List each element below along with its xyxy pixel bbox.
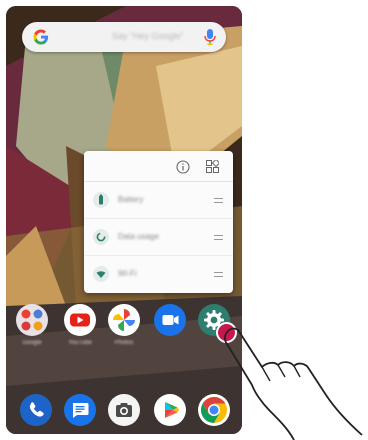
info-icon[interactable] xyxy=(176,160,190,174)
play-store-icon[interactable] xyxy=(154,394,186,426)
google-g-icon xyxy=(33,29,49,45)
drag-handle[interactable] xyxy=(214,272,223,277)
popup-header xyxy=(84,151,233,182)
duo-icon[interactable] xyxy=(154,304,186,336)
shortcut-label: Data usage xyxy=(118,232,159,241)
shortcut-data-usage[interactable]: Data usage xyxy=(84,219,233,256)
widgets-icon[interactable] xyxy=(206,160,219,173)
camera-icon[interactable] xyxy=(108,394,140,426)
messages-icon[interactable] xyxy=(64,394,96,426)
battery-icon xyxy=(93,192,109,208)
phone-icon[interactable] xyxy=(20,394,52,426)
app-label-youtube: YouTube xyxy=(68,340,92,346)
data-usage-icon xyxy=(93,229,109,245)
phone-screen: Say “Hey Google” Battery Data usage Wi-F… xyxy=(6,6,242,434)
search-placeholder: Say “Hey Google” xyxy=(112,31,184,41)
shortcut-label: Battery xyxy=(118,195,144,204)
wifi-icon xyxy=(93,266,109,282)
youtube-icon[interactable] xyxy=(64,304,96,336)
app-label-google: Google xyxy=(22,340,42,346)
app-label-photos: Photos xyxy=(114,340,134,346)
mic-icon[interactable] xyxy=(203,28,217,46)
app-shortcut-popup: Battery Data usage Wi-Fi xyxy=(84,151,233,293)
photos-icon[interactable] xyxy=(108,304,140,336)
shortcut-label: Wi-Fi xyxy=(118,269,137,278)
shortcut-battery[interactable]: Battery xyxy=(84,182,233,219)
shortcut-wifi[interactable]: Wi-Fi xyxy=(84,256,233,292)
google-folder-icon[interactable] xyxy=(16,304,48,336)
hand-pointer-icon xyxy=(223,327,363,440)
drag-handle[interactable] xyxy=(214,235,223,240)
google-search-bar[interactable]: Say “Hey Google” xyxy=(22,22,226,52)
drag-handle[interactable] xyxy=(214,198,223,203)
